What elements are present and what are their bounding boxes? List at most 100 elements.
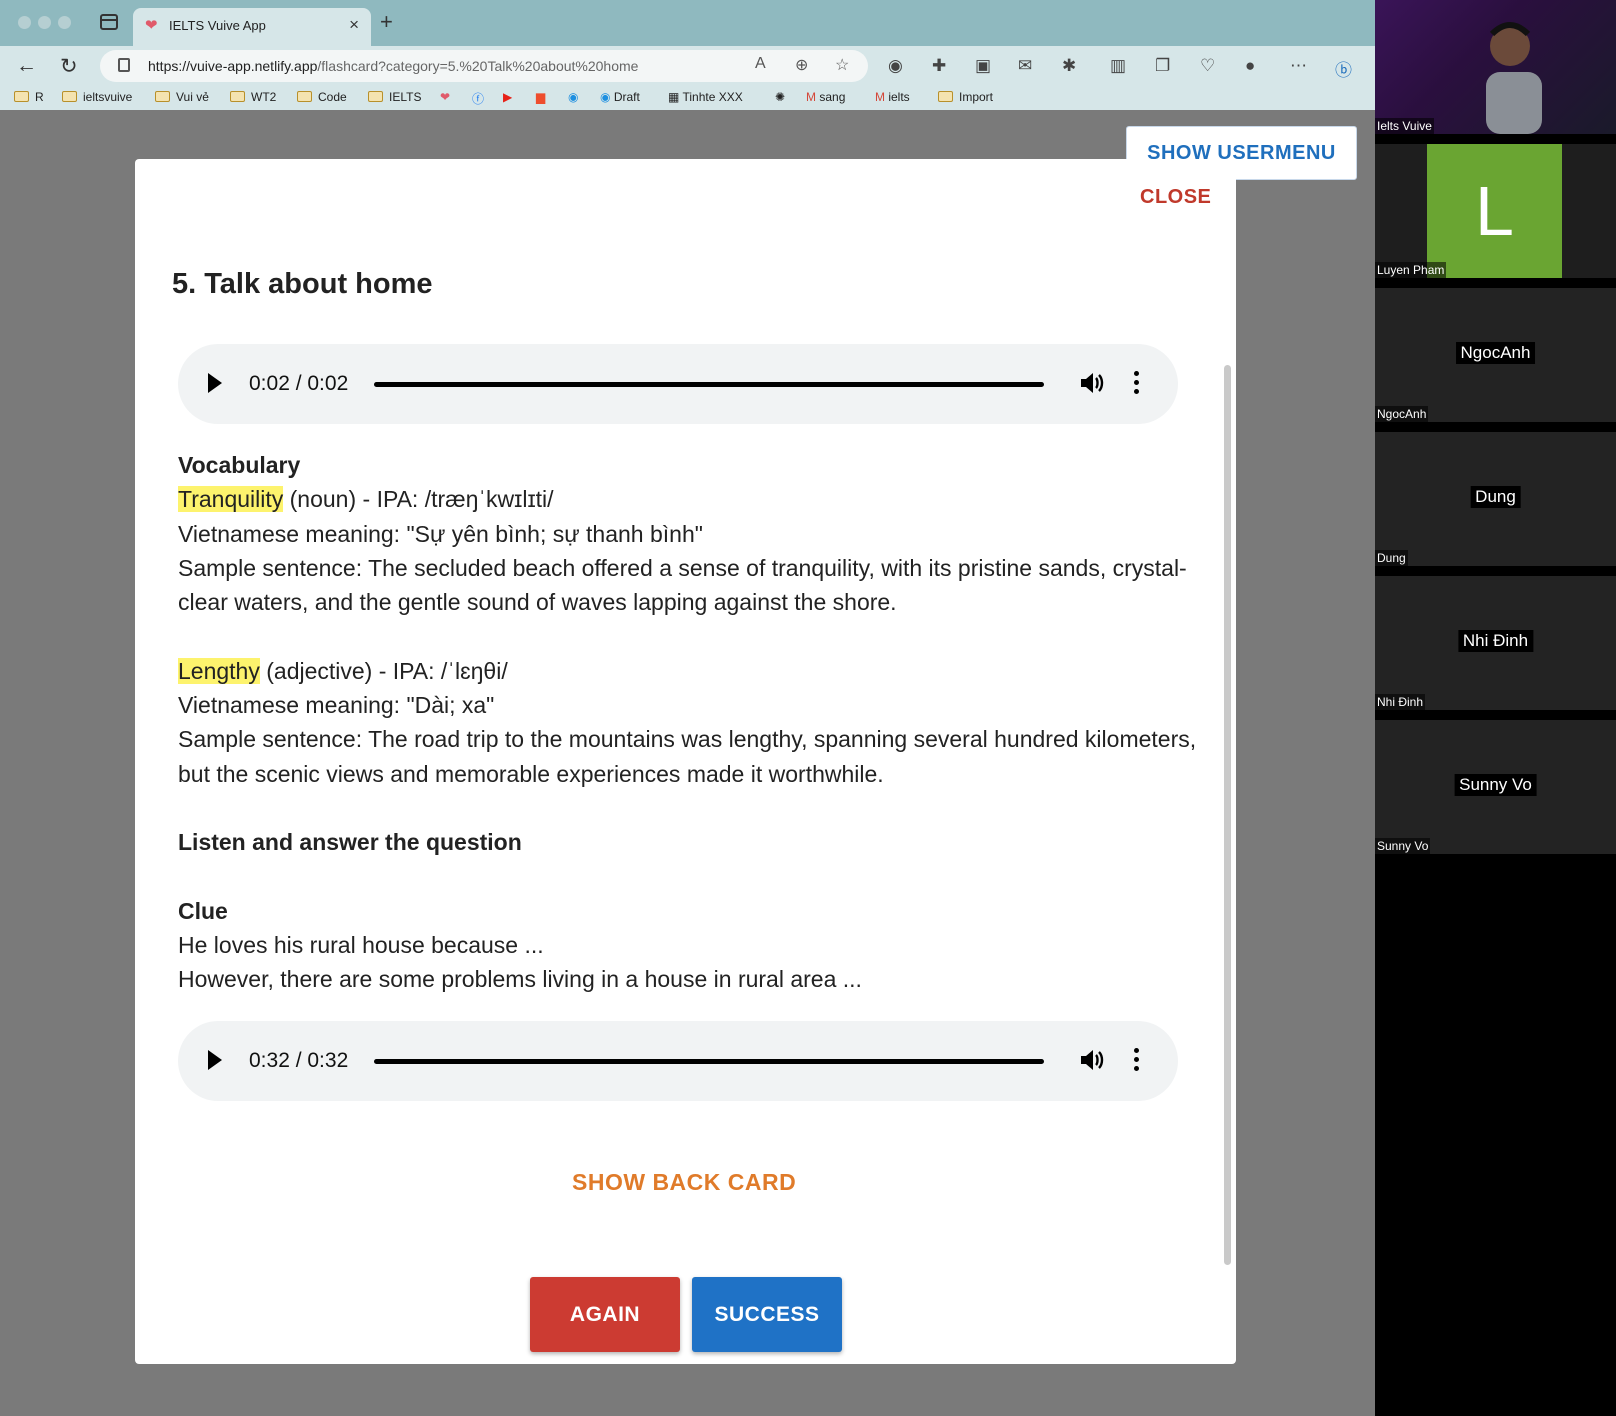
zoom-icon[interactable]: ⊕: [795, 55, 808, 75]
bookmark-link[interactable]: ◉ Draft: [600, 90, 640, 104]
bookmark-link[interactable]: M ielts: [875, 90, 910, 104]
tab-actions-icon[interactable]: [100, 14, 118, 30]
address-bar[interactable]: https://vuive-app.netlify.app/flashcard?…: [100, 50, 868, 82]
participant-tile[interactable]: Dung Dung: [1375, 432, 1616, 566]
vocabulary-heading: Vocabulary: [178, 452, 301, 478]
vocab-meaning: Vietnamese meaning: "Sự yên bình; sự tha…: [178, 520, 703, 547]
tinhte-icon: ▦: [668, 90, 683, 104]
bookmark-link[interactable]: ▦ Tinhte XXX: [668, 90, 743, 104]
vocab-meaning: Vietnamese meaning: "Dài; xa": [178, 692, 495, 719]
audio-player: 0:32 / 0:32: [178, 1021, 1178, 1101]
extension-box-icon[interactable]: ▣: [975, 56, 991, 76]
extension-plus-icon[interactable]: ✚: [932, 56, 946, 76]
participant-label: Ielts Vuive: [1375, 118, 1434, 134]
profile-avatar-icon[interactable]: ●: [1245, 56, 1255, 76]
participant-label: NgocAnh: [1375, 406, 1429, 422]
favorite-star-icon[interactable]: ☆: [835, 55, 849, 75]
extension-icon[interactable]: ◉: [888, 56, 903, 76]
avatar: L: [1427, 144, 1562, 278]
success-button[interactable]: SUCCESS: [692, 1277, 842, 1352]
participant-tile[interactable]: Nhi Đinh Nhi Đinh: [1375, 576, 1616, 710]
participant-tile[interactable]: NgocAnh NgocAnh: [1375, 288, 1616, 422]
participant-tile[interactable]: Ielts Vuive: [1375, 0, 1616, 134]
folder-icon: [62, 91, 77, 102]
performance-icon[interactable]: ♡: [1200, 56, 1215, 76]
browser-toolbar: ← ↻ https://vuive-app.netlify.app/flashc…: [0, 46, 1375, 88]
bookmark-folder[interactable]: IELTS: [368, 90, 421, 104]
messenger-icon[interactable]: ◉: [568, 90, 578, 104]
participant-video: [1486, 22, 1542, 134]
play-icon[interactable]: [208, 373, 222, 393]
tab-close-icon[interactable]: ×: [349, 15, 359, 35]
collections-icon[interactable]: ❐: [1155, 56, 1170, 76]
vocab-sample: Sample sentence: The secluded beach offe…: [178, 554, 1187, 616]
volume-icon[interactable]: [1078, 369, 1106, 397]
audio-progress-bar[interactable]: [374, 382, 1044, 387]
messenger-icon: ◉: [600, 90, 614, 104]
window-zoom-dot[interactable]: [58, 16, 71, 29]
vocab-word-line: Lengthy (adjective) - IPA: /ˈlɛŋθi/: [178, 654, 1198, 688]
bookmark-folder[interactable]: Import: [938, 90, 993, 104]
vocab-term: Tranquility: [178, 486, 284, 513]
back-arrow-icon[interactable]: ←: [16, 54, 37, 78]
chatgpt-icon[interactable]: ✺: [775, 90, 785, 104]
vocab-word-line: Tranquility (noun) - IPA: /træŋˈkwɪlɪti/: [178, 482, 1198, 516]
extensions-puzzle-icon[interactable]: ✱: [1062, 56, 1076, 76]
lock-icon[interactable]: [118, 58, 130, 72]
facebook-icon[interactable]: ⓕ: [472, 90, 484, 107]
participant-label: Dung: [1375, 550, 1408, 566]
bookmark-link[interactable]: M sang: [806, 90, 845, 104]
folder-icon: [14, 91, 29, 102]
heart-bookmark-icon[interactable]: ❤: [440, 90, 450, 104]
participant-label: Luyen Pham: [1375, 262, 1447, 278]
again-button[interactable]: AGAIN: [530, 1277, 680, 1352]
bookmark-folder[interactable]: Code: [297, 90, 347, 104]
audio-progress-bar[interactable]: [374, 1059, 1044, 1064]
vocab-ipa: (noun) - IPA: /træŋˈkwɪlɪti/: [283, 486, 554, 513]
vocab-sample: Sample sentence: The road trip to the mo…: [178, 726, 1197, 787]
more-options-icon[interactable]: [1134, 1048, 1140, 1074]
folder-icon: [368, 91, 383, 102]
modal-scrollbar[interactable]: [1224, 365, 1231, 1265]
shopee-icon[interactable]: ▆: [536, 90, 545, 104]
reload-icon[interactable]: ↻: [60, 54, 78, 79]
participant-tile[interactable]: L Luyen Pham: [1375, 144, 1616, 278]
folder-icon: [230, 91, 245, 102]
vocab-term: Lengthy: [178, 657, 260, 684]
url-text[interactable]: https://vuive-app.netlify.app/flashcard?…: [148, 58, 638, 74]
window-close-dot[interactable]: [18, 16, 31, 29]
new-tab-icon[interactable]: +: [380, 9, 393, 35]
participant-label: Sunny Vo: [1375, 838, 1431, 854]
gmail-icon: M: [806, 90, 820, 104]
vocab-ipa: (adjective) - IPA: /ˈlɛŋθi/: [259, 657, 508, 684]
listen-heading: Listen and answer the question: [178, 829, 522, 856]
participant-tile[interactable]: Sunny Vo Sunny Vo: [1375, 720, 1616, 854]
audio-time: 0:02 / 0:02: [249, 372, 349, 395]
split-screen-icon[interactable]: ▥: [1110, 56, 1126, 76]
mail-icon[interactable]: ✉: [1018, 56, 1032, 76]
bookmarks-bar: R ieltsvuive Vui vẻ WT2 Code IELTS ❤ ⓕ ▶…: [0, 88, 1375, 110]
show-back-card-button[interactable]: SHOW BACK CARD: [572, 1169, 796, 1196]
youtube-icon[interactable]: ▶: [503, 90, 512, 104]
bookmark-folder[interactable]: Vui vẻ: [155, 90, 209, 104]
play-icon[interactable]: [208, 1050, 222, 1070]
page-title: 5. Talk about home: [172, 268, 433, 300]
folder-icon: [155, 91, 170, 102]
read-aloud-icon[interactable]: A: [755, 55, 766, 73]
video-call-gallery: Ielts Vuive L Luyen Pham NgocAnh NgocAnh…: [1375, 0, 1616, 1416]
window-minimize-dot[interactable]: [38, 16, 51, 29]
volume-icon[interactable]: [1078, 1046, 1106, 1074]
gmail-icon: M: [875, 90, 889, 104]
heart-favicon-icon: ❤: [145, 17, 158, 34]
more-menu-icon[interactable]: ⋯: [1290, 56, 1307, 76]
audio-time: 0:32 / 0:32: [249, 1049, 349, 1072]
bookmark-folder[interactable]: R: [14, 90, 44, 104]
bookmark-folder[interactable]: WT2: [230, 90, 276, 104]
close-button[interactable]: CLOSE: [1140, 186, 1211, 209]
copilot-icon[interactable]: ⓑ: [1335, 56, 1352, 81]
bookmark-folder[interactable]: ieltsvuive: [62, 90, 132, 104]
participant-name: Sunny Vo: [1454, 774, 1537, 796]
more-options-icon[interactable]: [1134, 371, 1140, 397]
browser-tab[interactable]: ❤ IELTS Vuive App ×: [133, 8, 371, 46]
tab-bar: ❤ IELTS Vuive App × +: [0, 0, 1375, 46]
